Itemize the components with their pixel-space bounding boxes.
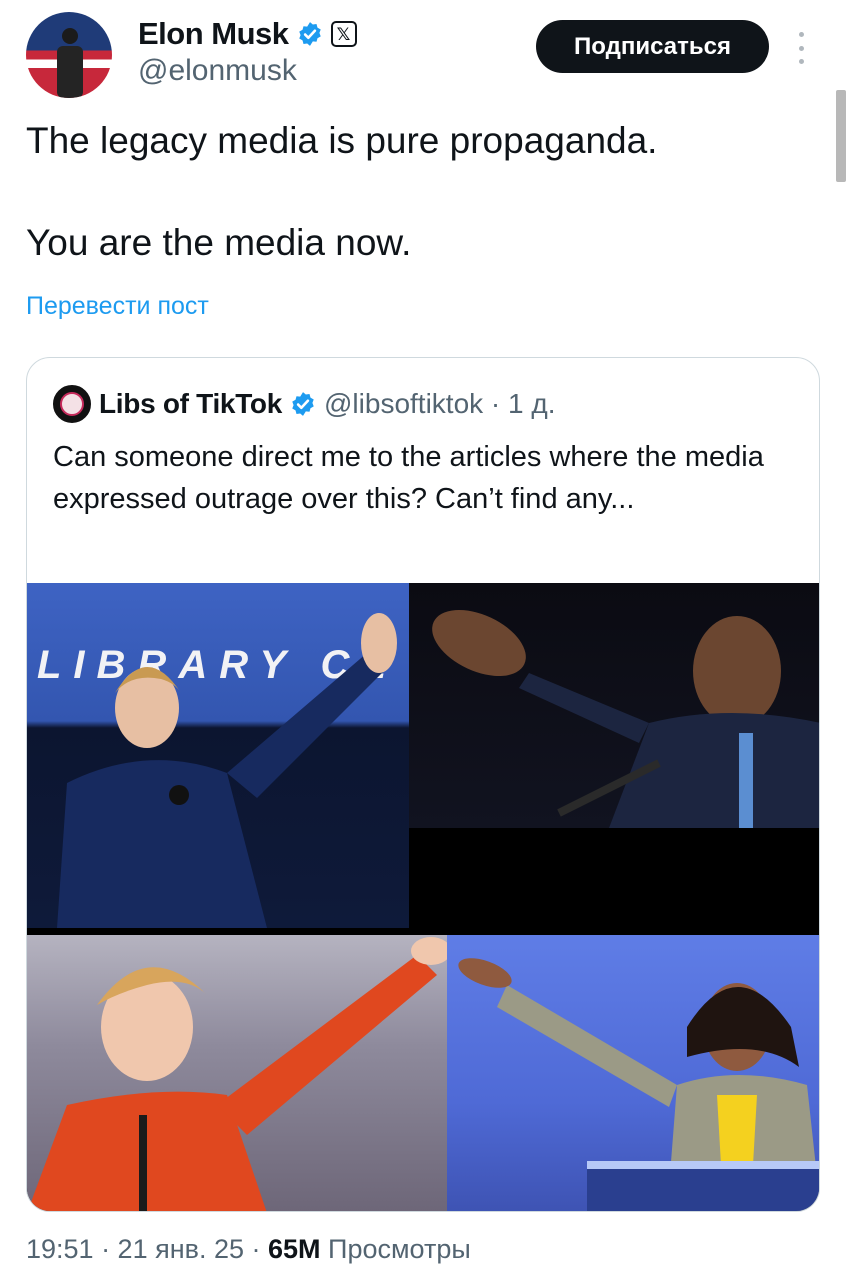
photo-figure-illustration: [57, 613, 397, 928]
follow-button[interactable]: Подписаться: [536, 20, 769, 73]
author-name-row: Elon Musk 𝕏: [138, 14, 357, 54]
author-handle[interactable]: @elonmusk: [138, 54, 297, 88]
person-silhouette-icon: [57, 28, 83, 98]
more-dot: [798, 32, 804, 37]
translate-post-link[interactable]: Перевести пост: [26, 292, 209, 321]
photo-figure-illustration: [432, 609, 819, 828]
photo-figure-illustration: [458, 958, 819, 1211]
quoted-author-name[interactable]: Libs of TikTok: [99, 388, 282, 420]
post-timestamp[interactable]: 19:51 · 21 янв. 25 ·: [26, 1234, 268, 1264]
media-photo-4[interactable]: [447, 935, 819, 1211]
x-affiliation-icon: 𝕏: [330, 21, 357, 47]
quoted-post-text: Can someone direct me to the articles wh…: [53, 441, 764, 515]
post-meta-footer: 19:51 · 21 янв. 25 · 65M Просмотры: [26, 1234, 471, 1265]
views-label: Просмотры: [320, 1234, 471, 1264]
media-photo-1[interactable]: LIBRARY CL: [27, 583, 409, 928]
author-avatar[interactable]: [26, 12, 112, 98]
media-photo-3[interactable]: [27, 935, 447, 1211]
media-grid[interactable]: LIBRARY CL: [27, 583, 819, 1211]
post-text-line-1: The legacy media is pure propaganda.: [26, 120, 658, 161]
media-photo-2[interactable]: [409, 583, 819, 828]
verified-badge-icon: [292, 392, 314, 416]
quoted-author-avatar[interactable]: [53, 385, 91, 423]
quoted-post-header: Libs of TikTok @libsoftiktok · 1 д.: [53, 385, 556, 423]
scrollbar[interactable]: [836, 90, 846, 182]
verified-badge-icon: [298, 22, 321, 46]
photo-figure-illustration: [27, 937, 447, 1211]
quoted-author-handle[interactable]: @libsoftiktok · 1 д.: [324, 388, 556, 420]
post-text-line-2: You are the media now.: [26, 222, 412, 263]
quoted-post-card[interactable]: Libs of TikTok @libsoftiktok · 1 д. Can …: [26, 357, 820, 1212]
media-photo-2-letterbox: [409, 828, 819, 928]
author-name[interactable]: Elon Musk: [138, 16, 289, 52]
more-dot: [798, 45, 804, 51]
views-count: 65M: [268, 1234, 321, 1264]
more-dot: [798, 59, 804, 64]
more-vertical-icon[interactable]: [790, 28, 812, 68]
